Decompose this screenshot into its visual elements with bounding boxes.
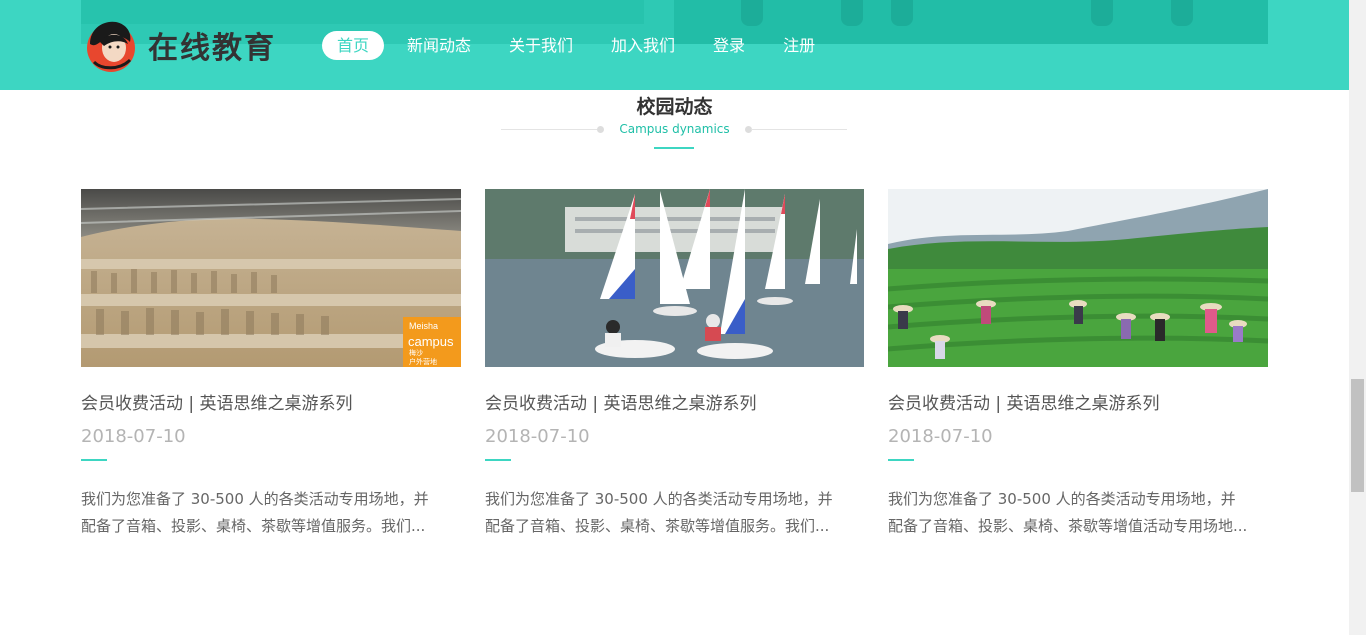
page-scrollbar[interactable] [1349,0,1366,635]
nav-item-news[interactable]: 新闻动态 [407,31,471,60]
card-accent-bar [81,459,107,461]
card-title[interactable]: 会员收费活动 | 英语思维之桌游系列 [81,389,461,414]
site-logo[interactable]: 在线教育 [84,18,276,72]
section-title-underline [654,147,694,149]
nav-item-login[interactable]: 登录 [713,31,745,60]
nav-item-about[interactable]: 关于我们 [509,31,573,60]
card-image-terracotta[interactable]: Meisha campus 梅沙 户外营地 [81,189,461,367]
card-date: 2018-07-10 [81,426,186,447]
card-date: 2018-07-10 [888,426,993,447]
card-title[interactable]: 会员收费活动 | 英语思维之桌游系列 [888,389,1268,414]
divider-line-right [751,129,847,130]
card-accent-bar [485,459,511,461]
section-subtitle: Campus dynamics [619,122,730,136]
badge-line-1: Meisha [409,321,438,331]
card-description: 我们为您准备了 30-500 人的各类活动专用场地，并 配备了音箱、投影、桌椅、… [485,490,833,535]
badge-line-3: 梅沙 [409,348,423,357]
scrollbar-thumb[interactable] [1351,379,1364,492]
logo-icon [84,18,138,72]
nav-item-join[interactable]: 加入我们 [611,31,675,60]
card-image-tea-field[interactable] [888,189,1268,367]
card-image-sailing[interactable] [485,189,864,367]
card-description: 我们为您准备了 30-500 人的各类活动专用场地，并 配备了音箱、投影、桌椅、… [888,490,1248,535]
news-card[interactable]: Meisha campus 梅沙 户外营地 会员收费活动 | 英语思维之桌游系列… [81,189,461,540]
news-card[interactable]: 会员收费活动 | 英语思维之桌游系列 2018-07-10 我们为您准备了 30… [485,189,864,540]
nav-item-home[interactable]: 首页 [322,31,384,60]
logo-text: 在线教育 [148,31,276,66]
main-nav: 首页 新闻动态 关于我们 加入我们 登录 注册 [322,31,815,60]
card-date: 2018-07-10 [485,426,590,447]
site-header: 在线教育 首页 新闻动态 关于我们 加入我们 登录 注册 [0,0,1349,90]
nav-item-register[interactable]: 注册 [783,31,815,60]
news-card[interactable]: 会员收费活动 | 英语思维之桌游系列 2018-07-10 我们为您准备了 30… [888,189,1268,540]
section-title: 校园动态 [636,96,713,118]
card-accent-bar [888,459,914,461]
card-title[interactable]: 会员收费活动 | 英语思维之桌游系列 [485,389,864,414]
badge-line-2: campus [408,334,454,349]
card-description: 我们为您准备了 30-500 人的各类活动专用场地，并 配备了音箱、投影、桌椅、… [81,490,429,535]
badge-line-4: 户外营地 [409,357,437,366]
